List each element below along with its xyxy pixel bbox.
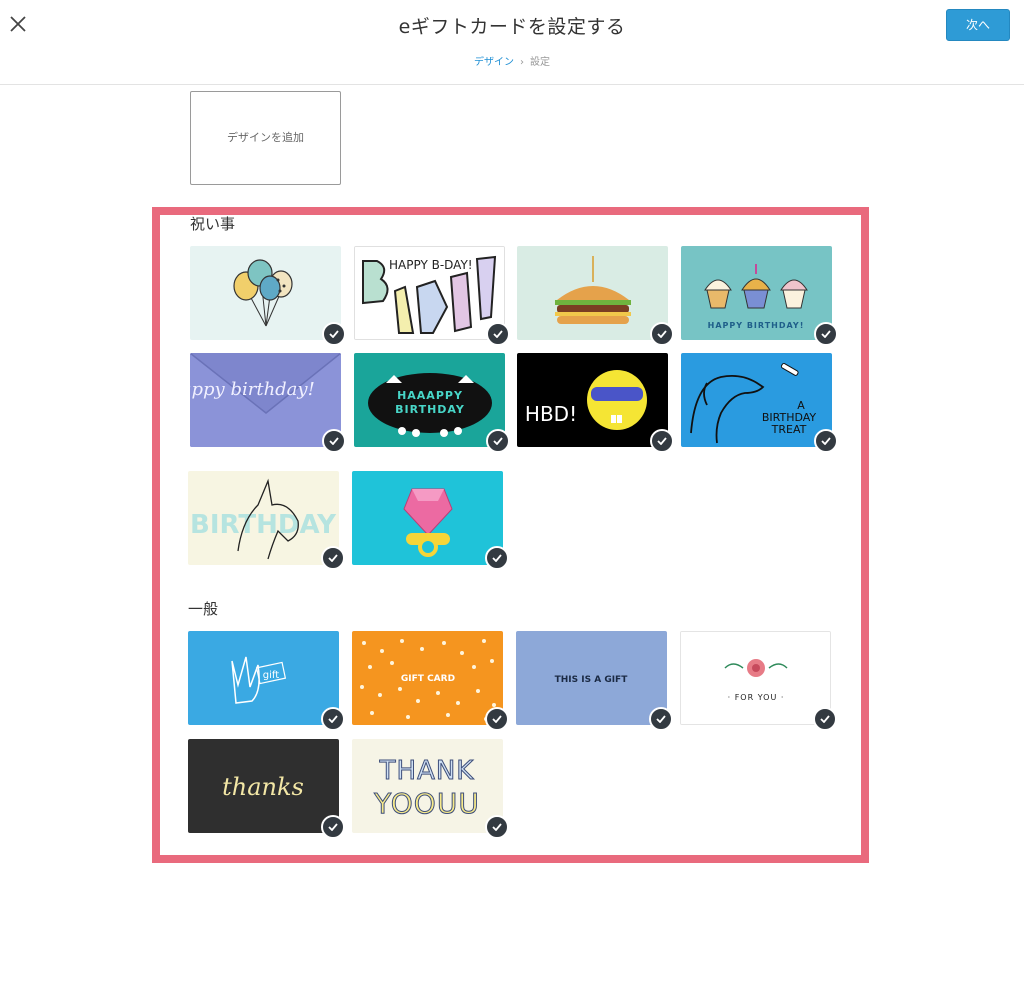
check-icon[interactable]: [650, 429, 674, 453]
thank-you-text-1: THANK: [379, 756, 475, 786]
breadcrumb-settings: 設定: [530, 57, 550, 68]
check-icon[interactable]: [321, 546, 345, 570]
envelope-text: happy birthday!: [190, 379, 315, 400]
check-icon[interactable]: [322, 322, 346, 346]
card-this-is-a-gift[interactable]: THIS IS A GIFT: [516, 631, 667, 725]
check-icon[interactable]: [322, 429, 346, 453]
card-burger[interactable]: [517, 246, 668, 340]
check-icon[interactable]: [814, 322, 838, 346]
check-icon[interactable]: [486, 429, 510, 453]
hbd-emoji-illustration: HBD!: [517, 353, 668, 447]
breadcrumb-design[interactable]: デザイン: [474, 57, 514, 68]
card-balloons[interactable]: [190, 246, 341, 340]
check-icon[interactable]: [485, 546, 509, 570]
check-icon[interactable]: [814, 429, 838, 453]
monster-text-1: HAAAPPY: [397, 389, 463, 402]
section-title-celebration: 祝い事: [190, 215, 236, 233]
check-icon[interactable]: [486, 322, 510, 346]
card-thank-you[interactable]: THANK YOOUU: [352, 739, 503, 833]
card-thanks[interactable]: thanks: [188, 739, 339, 833]
check-icon[interactable]: [650, 322, 674, 346]
check-icon[interactable]: [485, 707, 509, 731]
card-ring[interactable]: [352, 471, 503, 565]
gift-hand-text: gift: [263, 670, 279, 681]
monster-text-2: BIRTHDAY: [395, 403, 465, 416]
card-happy-bday[interactable]: HAPPY B-DAY!: [354, 246, 505, 340]
gift-dots-illustration: GIFT CARD: [352, 631, 503, 725]
thanks-text: thanks: [222, 773, 304, 801]
monster-illustration: HAAAPPY BIRTHDAY: [354, 353, 505, 447]
thank-you-illustration: THANK YOOUU: [352, 739, 503, 833]
dog-illustration: A BIRTHDAY TREAT: [681, 353, 832, 447]
hbd-text: HBD!: [525, 402, 577, 426]
check-icon[interactable]: [813, 707, 837, 731]
bday-illustration: HAPPY B-DAY!: [355, 247, 504, 339]
card-monster[interactable]: HAAAPPY BIRTHDAY: [354, 353, 505, 447]
check-icon[interactable]: [321, 707, 345, 731]
page-title: eギフトカードを設定する: [398, 16, 626, 38]
dog-text-3: TREAT: [771, 423, 807, 436]
this-is-gift-illustration: THIS IS A GIFT: [516, 631, 667, 725]
card-dog-treat[interactable]: A BIRTHDAY TREAT: [681, 353, 832, 447]
breadcrumb-separator: ›: [520, 57, 524, 68]
next-button[interactable]: 次へ: [946, 9, 1010, 41]
card-for-you[interactable]: · FOR YOU ·: [680, 631, 831, 725]
gift-card-text: GIFT CARD: [401, 674, 455, 684]
thank-you-text-2: YOOUU: [373, 787, 480, 820]
card-unicorn[interactable]: BIRTHDAY: [188, 471, 339, 565]
card-hbd-emoji[interactable]: HBD!: [517, 353, 668, 447]
add-design-button[interactable]: デザインを追加: [190, 91, 341, 185]
breadcrumb: デザイン › 設定: [0, 53, 1024, 68]
this-is-gift-text: THIS IS A GIFT: [555, 675, 629, 685]
card-gift-hand[interactable]: gift: [188, 631, 339, 725]
for-you-illustration: · FOR YOU ·: [681, 632, 830, 724]
check-icon[interactable]: [649, 707, 673, 731]
thanks-illustration: thanks: [188, 739, 339, 833]
check-icon[interactable]: [485, 815, 509, 839]
card-cupcakes[interactable]: HAPPY BIRTHDAY!: [681, 246, 832, 340]
cupcakes-text: HAPPY BIRTHDAY!: [708, 321, 805, 330]
check-icon[interactable]: [321, 815, 345, 839]
header-bar: eギフトカードを設定する デザイン › 設定 次へ: [0, 0, 1024, 85]
unicorn-illustration: BIRTHDAY: [188, 471, 339, 565]
cupcakes-illustration: HAPPY BIRTHDAY!: [681, 246, 832, 340]
for-you-text: · FOR YOU ·: [728, 693, 785, 702]
bday-text: HAPPY B-DAY!: [389, 258, 473, 272]
unicorn-text: BIRTHDAY: [190, 510, 337, 540]
card-gift-dots[interactable]: GIFT CARD: [352, 631, 503, 725]
card-envelope[interactable]: happy birthday!: [190, 353, 341, 447]
balloons-illustration: [190, 246, 341, 340]
section-title-general: 一般: [188, 600, 219, 618]
gift-hand-illustration: gift: [188, 631, 339, 725]
ring-illustration: [352, 471, 503, 565]
envelope-illustration: happy birthday!: [190, 353, 341, 447]
burger-illustration: [517, 246, 668, 340]
